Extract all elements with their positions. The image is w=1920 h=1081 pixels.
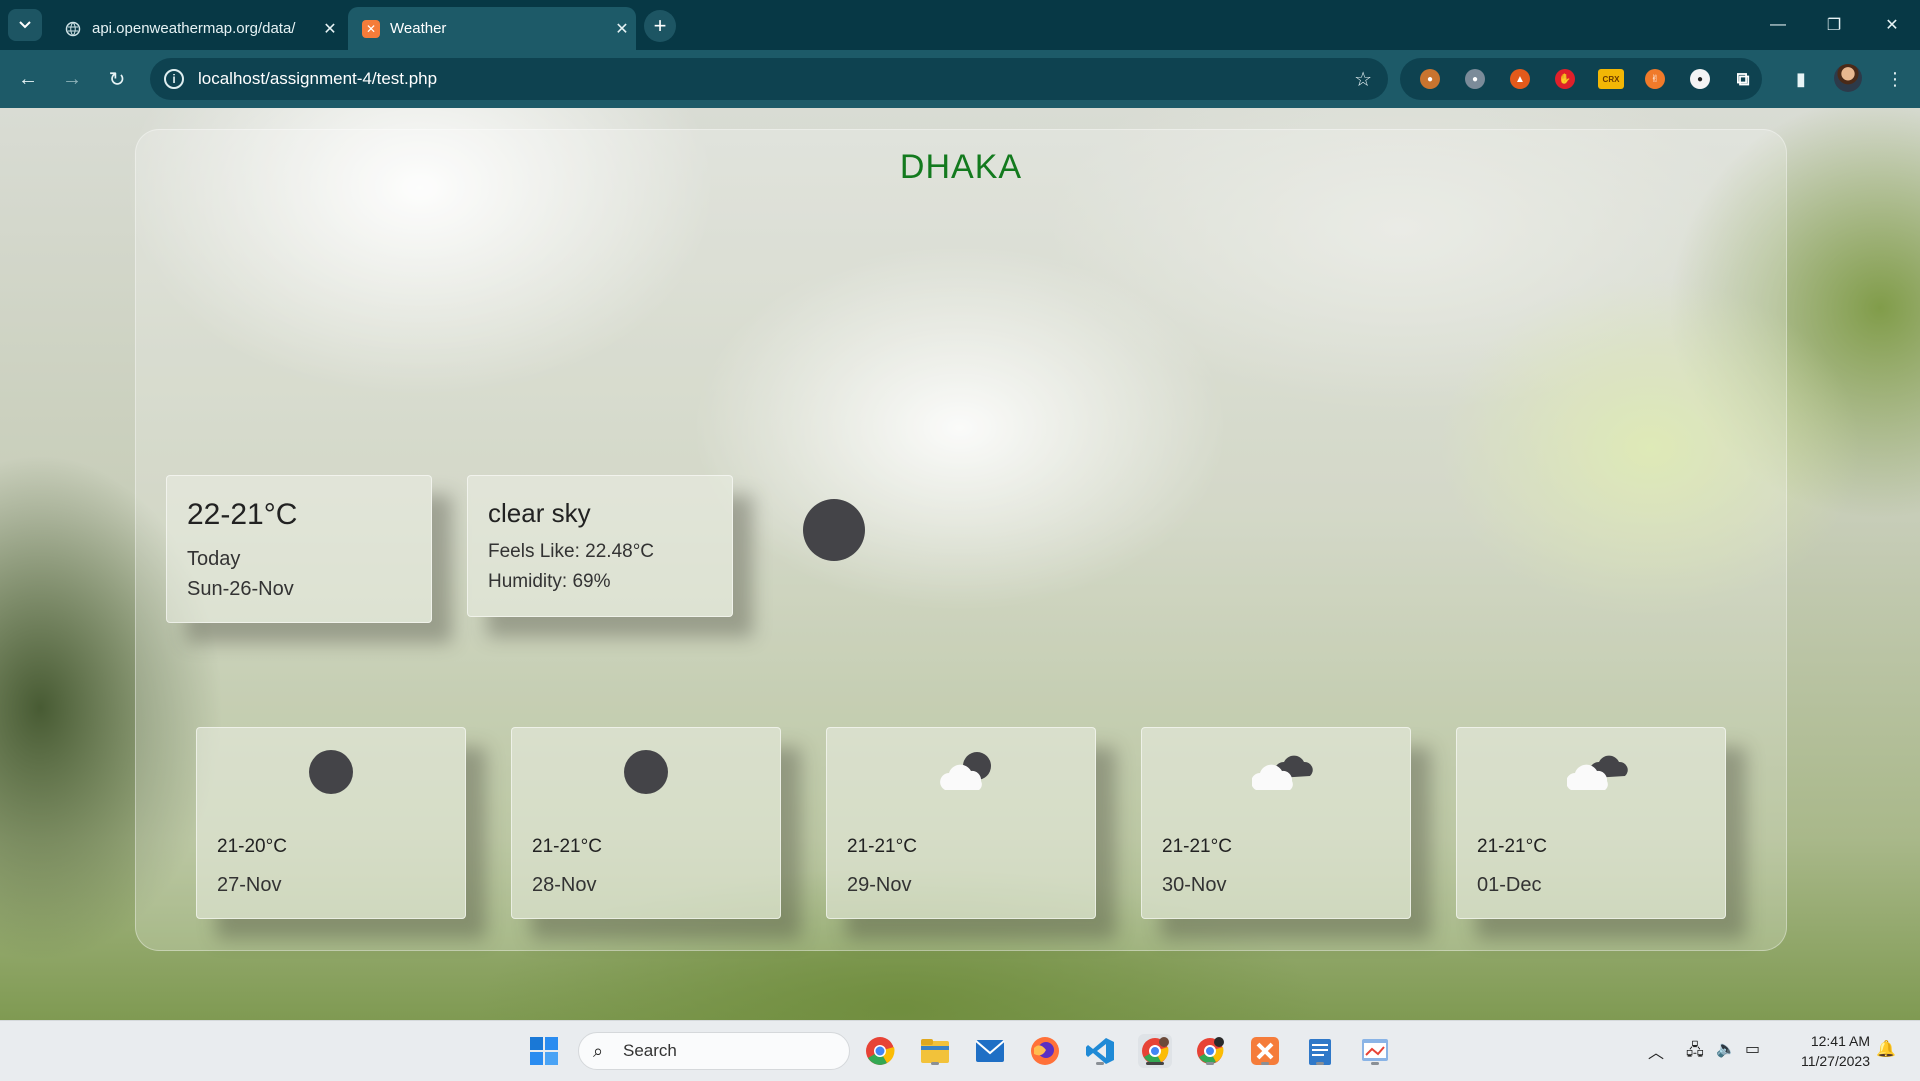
forecast-date: 01-Dec (1477, 874, 1542, 896)
hand-extension-icon[interactable]: ✌ (1645, 69, 1665, 89)
today-temp: 22-21°C (187, 498, 298, 531)
forecast-card: 21-21°C 28-Nov (511, 727, 781, 919)
cat-extension-icon[interactable]: ● (1465, 69, 1485, 89)
taskbar-search[interactable]: ⌕ Search (578, 1032, 850, 1070)
tab-api-openweathermap[interactable]: api.openweathermap.org/data/ ✕ (50, 7, 344, 50)
page-background: DHAKA 22-21°C Today Sun-26-Nov clear sky… (0, 108, 1920, 1020)
reload-button[interactable]: ↻ (101, 63, 133, 95)
chrome-profile-icon[interactable] (1193, 1034, 1227, 1068)
forecast-card: 21-21°C 30-Nov (1141, 727, 1411, 919)
bookmark-star-icon[interactable]: ☆ (1354, 67, 1372, 92)
forecast-date: 30-Nov (1162, 874, 1227, 896)
side-panel-icon[interactable]: ▮ (1786, 64, 1816, 94)
today-label: Today (187, 548, 241, 570)
chrome-icon[interactable] (863, 1034, 897, 1068)
humidity: Humidity: 69% (488, 571, 611, 592)
city-title: DHAKA (899, 148, 1023, 186)
forecast-temp: 21-21°C (1162, 836, 1232, 857)
xampp-icon: ✕ (362, 19, 380, 38)
cookie-extension-icon[interactable]: ● (1420, 69, 1440, 89)
new-tab-button[interactable]: + (644, 10, 676, 42)
forecast-card: 21-21°C 29-Nov (826, 727, 1096, 919)
search-icon: ⌕ (593, 1040, 604, 1061)
forecast-temp: 21-21°C (1477, 836, 1547, 857)
weather-panel: DHAKA 22-21°C Today Sun-26-Nov clear sky… (135, 129, 1787, 951)
more-menu-icon[interactable]: ⋮ (1880, 64, 1910, 94)
back-button[interactable]: ← (12, 63, 44, 95)
clock-time: 12:41 AM (1810, 1033, 1870, 1049)
forecast-date: 29-Nov (847, 874, 912, 896)
globe-icon (64, 20, 82, 38)
running-indicator (931, 1062, 939, 1065)
vscode-icon[interactable] (1083, 1034, 1117, 1068)
site-info-icon[interactable]: i (164, 69, 184, 89)
forward-button[interactable]: → (56, 63, 88, 95)
address-url[interactable]: localhost/assignment-4/test.php (198, 69, 1354, 89)
notepad-icon[interactable] (1303, 1034, 1337, 1068)
extensions-bar: ● ● ▲ ✋ CRX ✌ ● ⧉ (1400, 58, 1762, 100)
battery-icon[interactable]: ▭ (1745, 1039, 1760, 1059)
running-indicator (1261, 1062, 1269, 1065)
network-icon[interactable]: 🖧 (1686, 1039, 1704, 1066)
paint-icon[interactable] (1358, 1034, 1392, 1068)
close-window-button[interactable]: ✕ (1864, 0, 1920, 50)
running-indicator (1096, 1062, 1104, 1065)
close-tab-icon[interactable]: ✕ (608, 19, 636, 39)
active-indicator (1146, 1062, 1164, 1065)
forecast-temp: 21-21°C (847, 836, 917, 857)
forecast-temp: 21-21°C (532, 836, 602, 857)
tab-strip: api.openweathermap.org/data/ ✕ ✕ Weather… (0, 0, 1920, 50)
cloud-moon-icon (937, 750, 991, 794)
chrome-profile-icon[interactable] (1138, 1034, 1172, 1068)
restore-button[interactable]: ❐ (1806, 0, 1862, 50)
minimize-button[interactable]: — (1750, 0, 1806, 50)
chevron-down-icon (19, 21, 31, 29)
running-indicator (1371, 1062, 1379, 1065)
running-indicator (1316, 1062, 1324, 1065)
cloudy-icon (1251, 750, 1313, 794)
weather-description: clear sky (488, 498, 591, 528)
firefox-icon[interactable] (1028, 1034, 1062, 1068)
volume-icon[interactable]: 🔈 (1716, 1039, 1736, 1059)
conditions-card: clear sky Feels Like: 22.48°C Humidity: … (467, 475, 733, 617)
address-bar[interactable]: i localhost/assignment-4/test.php ☆ (150, 58, 1388, 100)
tab-weather[interactable]: ✕ Weather ✕ (348, 7, 636, 50)
taskbar: ⌕ Search ︿ 🖧 🔈 ▭ 12:41 AM 11/27/2023 🔔 (0, 1020, 1920, 1081)
clock-date: 11/27/2023 (1800, 1053, 1870, 1069)
windows-start-icon[interactable] (527, 1034, 561, 1068)
forecast-card: 21-20°C 27-Nov (196, 727, 466, 919)
running-indicator (1206, 1062, 1214, 1065)
close-tab-icon[interactable]: ✕ (316, 19, 344, 39)
taskbar-clock[interactable]: 12:41 AM 11/27/2023 (1780, 1031, 1870, 1071)
today-date: Sun-26-Nov (187, 578, 294, 600)
feels-like: Feels Like: 22.48°C (488, 541, 655, 562)
forecast-temp: 21-20°C (217, 836, 287, 857)
chevron-up-icon[interactable]: ︿ (1648, 1039, 1664, 1063)
forecast-date: 27-Nov (217, 874, 282, 896)
fire-extension-icon[interactable]: ▲ (1510, 69, 1530, 89)
xampp-icon[interactable] (1248, 1034, 1282, 1068)
circle-extension-icon[interactable]: ● (1690, 69, 1710, 89)
browser-toolbar: ← → ↻ i localhost/assignment-4/test.php … (0, 50, 1920, 108)
tab-title: api.openweathermap.org/data/ (92, 20, 296, 37)
moon-icon (307, 750, 355, 794)
forecast-card: 21-21°C 01-Dec (1456, 727, 1726, 919)
cloudy-icon (1566, 750, 1628, 794)
stop-extension-icon[interactable]: ✋ (1555, 69, 1575, 89)
avatar[interactable] (1834, 64, 1862, 92)
tab-title: Weather (390, 20, 447, 37)
today-card: 22-21°C Today Sun-26-Nov (166, 475, 432, 623)
crx-extension-icon[interactable]: CRX (1598, 69, 1624, 89)
forecast-date: 28-Nov (532, 874, 597, 896)
moon-icon (803, 499, 865, 561)
file-explorer-icon[interactable] (918, 1034, 952, 1068)
search-label: Search (623, 1041, 677, 1060)
notification-bell-icon[interactable]: 🔔 (1876, 1039, 1896, 1059)
puzzle-icon[interactable]: ⧉ (1733, 69, 1753, 89)
tab-search-button[interactable] (8, 9, 42, 41)
moon-icon (622, 750, 670, 794)
mail-icon[interactable] (973, 1034, 1007, 1068)
